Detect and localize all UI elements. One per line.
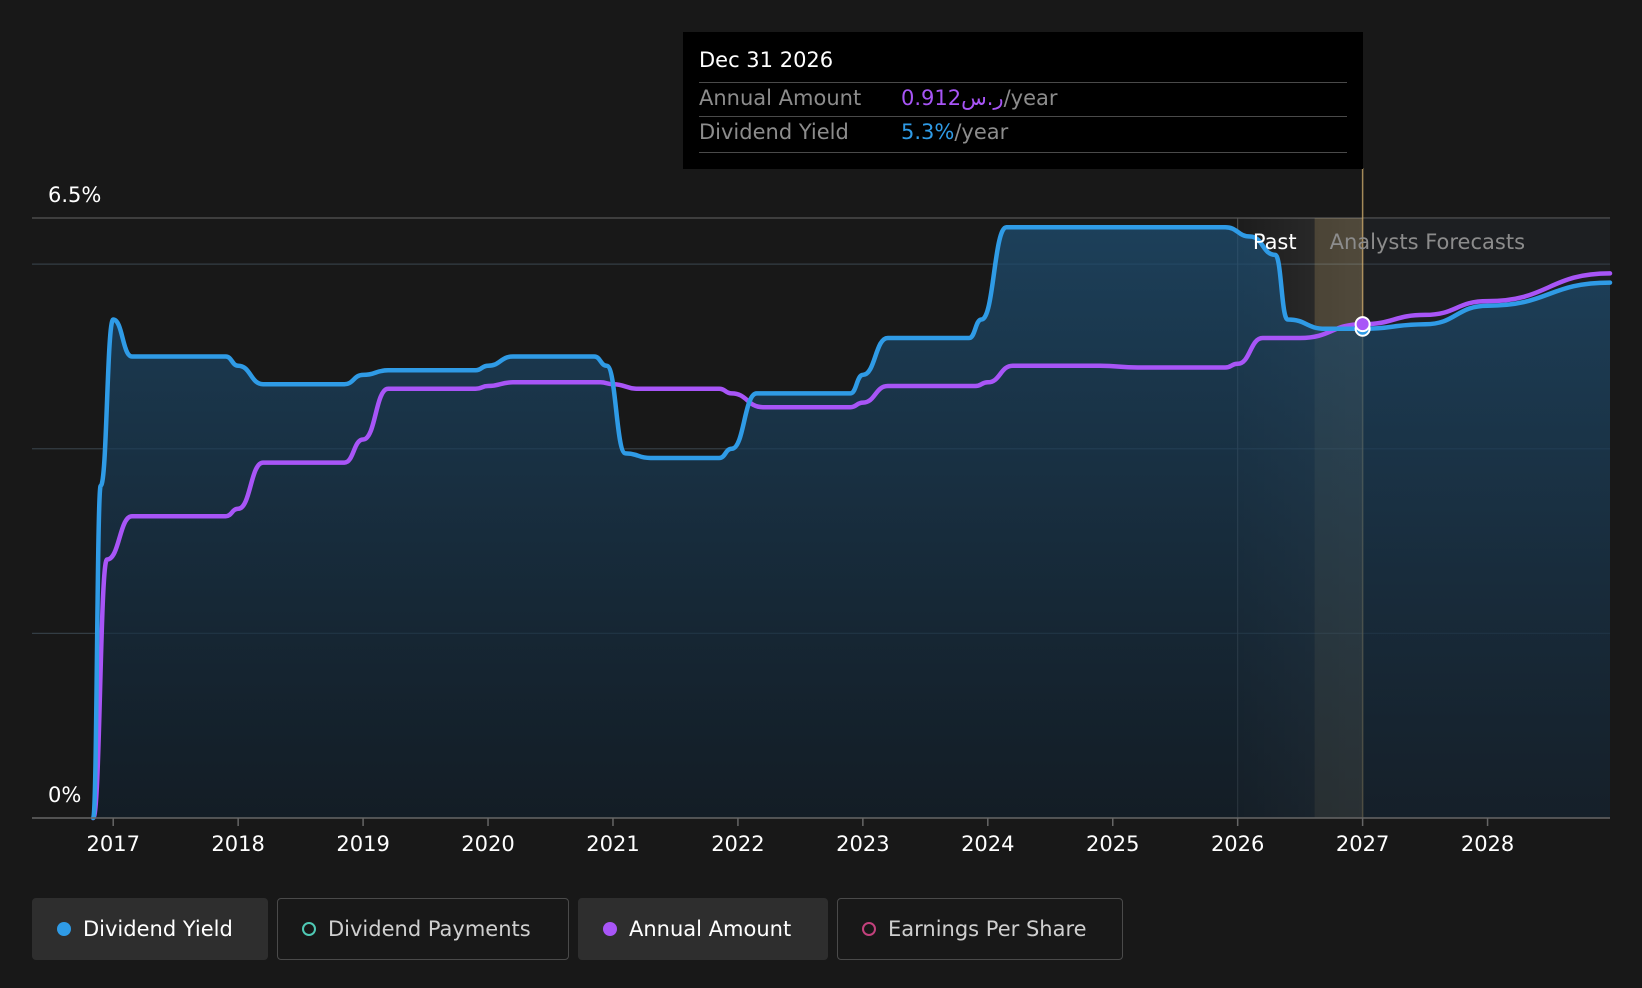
legend-label: Dividend Payments	[328, 917, 531, 941]
chart-tooltip: Dec 31 2026 Annual Amount 0.912ر.س/year …	[683, 32, 1363, 169]
legend-annual-amount[interactable]: Annual Amount	[578, 898, 828, 960]
x-tick-label: 2027	[1336, 832, 1389, 856]
x-tick-label: 2018	[211, 832, 264, 856]
x-tick-label: 2022	[711, 832, 764, 856]
legend-label: Dividend Yield	[83, 917, 233, 941]
legend-earnings-per-share[interactable]: Earnings Per Share	[837, 898, 1123, 960]
y-tick-label-zero: 0%	[48, 783, 81, 807]
x-tick-label: 2025	[1086, 832, 1139, 856]
tooltip-dividend-yield-value: 5.3%/year	[901, 120, 1008, 144]
hollow-dot-icon	[302, 922, 316, 936]
tooltip-divider	[699, 82, 1347, 83]
tooltip-annual-amount-value: 0.912ر.س/year	[901, 86, 1058, 110]
x-tick-label: 2020	[461, 832, 514, 856]
filled-dot-icon	[603, 922, 617, 936]
x-axis: 2017 2018 2019 2020 2021 2022 2023 2024 2025 2026…	[32, 817, 1610, 856]
tooltip-annual-amount-label: Annual Amount	[699, 86, 862, 110]
x-tick-label: 2026	[1211, 832, 1264, 856]
x-tick-label: 2019	[336, 832, 389, 856]
x-tick-label: 2024	[961, 832, 1014, 856]
tooltip-date: Dec 31 2026	[699, 48, 834, 72]
forecast-label: Analysts Forecasts	[1330, 230, 1525, 254]
tooltip-dividend-yield-label: Dividend Yield	[699, 120, 849, 144]
x-tick-label: 2017	[86, 832, 139, 856]
tooltip-divider	[699, 116, 1347, 117]
past-label: Past	[1253, 230, 1297, 254]
dividend-yield-number: 5.3%	[901, 120, 955, 144]
hollow-dot-icon	[862, 922, 876, 936]
x-tick-label: 2021	[586, 832, 639, 856]
legend-label: Annual Amount	[629, 917, 792, 941]
x-tick-label: 2028	[1461, 832, 1514, 856]
legend-dividend-yield[interactable]: Dividend Yield	[32, 898, 268, 960]
annual-amount-number: 0.912ر.س	[901, 86, 1004, 110]
hover-markers	[1354, 316, 1371, 337]
x-tick-label: 2023	[836, 832, 889, 856]
tooltip-divider	[699, 152, 1347, 153]
filled-dot-icon	[57, 922, 71, 936]
annual-amount-marker	[1354, 316, 1371, 333]
legend-label: Earnings Per Share	[888, 917, 1087, 941]
y-tick-label-top: 6.5%	[48, 183, 101, 207]
annual-amount-suffix: /year	[1003, 86, 1058, 110]
legend-dividend-payments[interactable]: Dividend Payments	[277, 898, 569, 960]
dividend-yield-suffix: /year	[954, 120, 1009, 144]
